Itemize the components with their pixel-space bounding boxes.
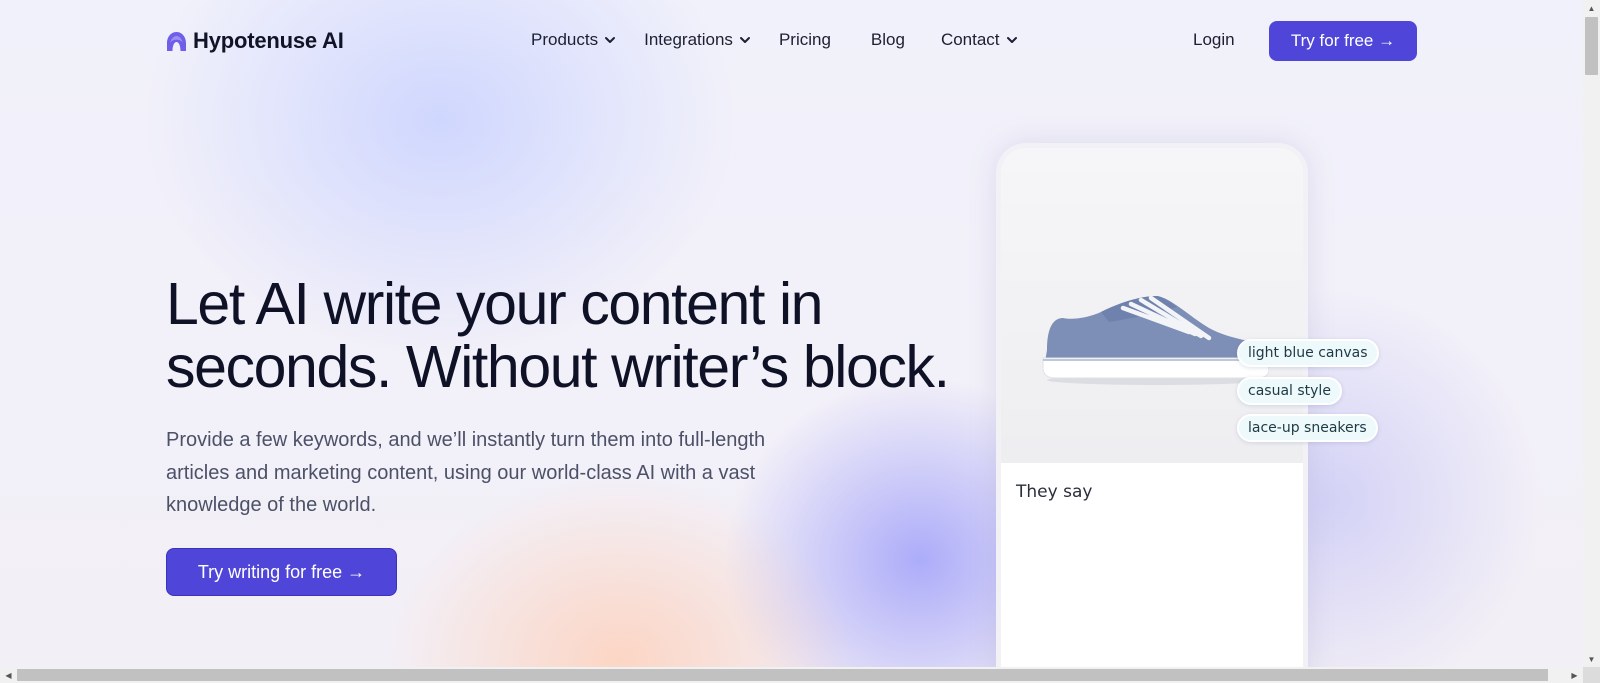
logo-mark-icon [167,31,186,51]
nav-contact-label: Contact [940,30,1000,49]
brand-logo[interactable]: Hypotenuse AI [166,28,344,54]
hero-title-line-1: Let AI write your content in [166,271,823,337]
phone-mockup: They say [996,143,1308,683]
vertical-scrollbar[interactable]: ▲ ▼ [1583,0,1600,667]
nav-integrations[interactable]: Integrations [644,30,751,50]
vertical-scroll-thumb[interactable] [1585,17,1598,75]
nav-pricing-label: Pricing [778,30,831,49]
horizontal-scrollbar[interactable]: ◀ ▶ [0,667,1583,683]
login-link[interactable]: Login [1193,30,1235,50]
hero-title-line-2: seconds. Without writer’s block. [166,334,950,400]
horizontal-scroll-thumb[interactable] [17,669,1548,681]
hero-title: Let AI write your content in seconds. Wi… [166,273,996,399]
scroll-up-arrow-icon[interactable]: ▲ [1583,0,1600,16]
nav-pricing[interactable]: Pricing [779,30,831,50]
chevron-down-icon [1006,37,1017,43]
scrollbar-corner [1583,667,1600,683]
scroll-right-arrow-icon[interactable]: ▶ [1566,667,1583,683]
scroll-left-arrow-icon[interactable]: ◀ [0,667,17,683]
nav-blog-label: Blog [870,30,905,49]
keyword-tag: light blue canvas [1237,339,1379,367]
chevron-down-icon [739,37,750,43]
nav-products[interactable]: Products [531,30,616,50]
chevron-down-icon [605,37,616,43]
generated-output: They say [1001,463,1303,683]
output-text: They say [1016,482,1093,502]
keyword-tag: lace-up sneakers [1237,414,1378,442]
try-writing-for-free-button[interactable]: Try writing for free → [166,548,397,596]
sneaker-illustration [1042,295,1269,385]
main-nav: Products Integrations Pricing Blog Conta… [531,30,1046,50]
nav-contact[interactable]: Contact [941,30,1018,50]
nav-integrations-label: Integrations [644,30,733,49]
hero-subtitle: Provide a few keywords, and we’ll instan… [166,429,766,516]
site-header: Hypotenuse AI Products Integrations Pric… [0,0,1583,82]
keyword-tag: casual style [1237,377,1342,405]
nav-products-label: Products [531,30,599,49]
scroll-down-arrow-icon[interactable]: ▼ [1583,651,1600,667]
nav-blog[interactable]: Blog [871,30,905,50]
try-for-free-button[interactable]: Try for free → [1269,21,1417,61]
brand-name: Hypotenuse AI [193,28,344,53]
